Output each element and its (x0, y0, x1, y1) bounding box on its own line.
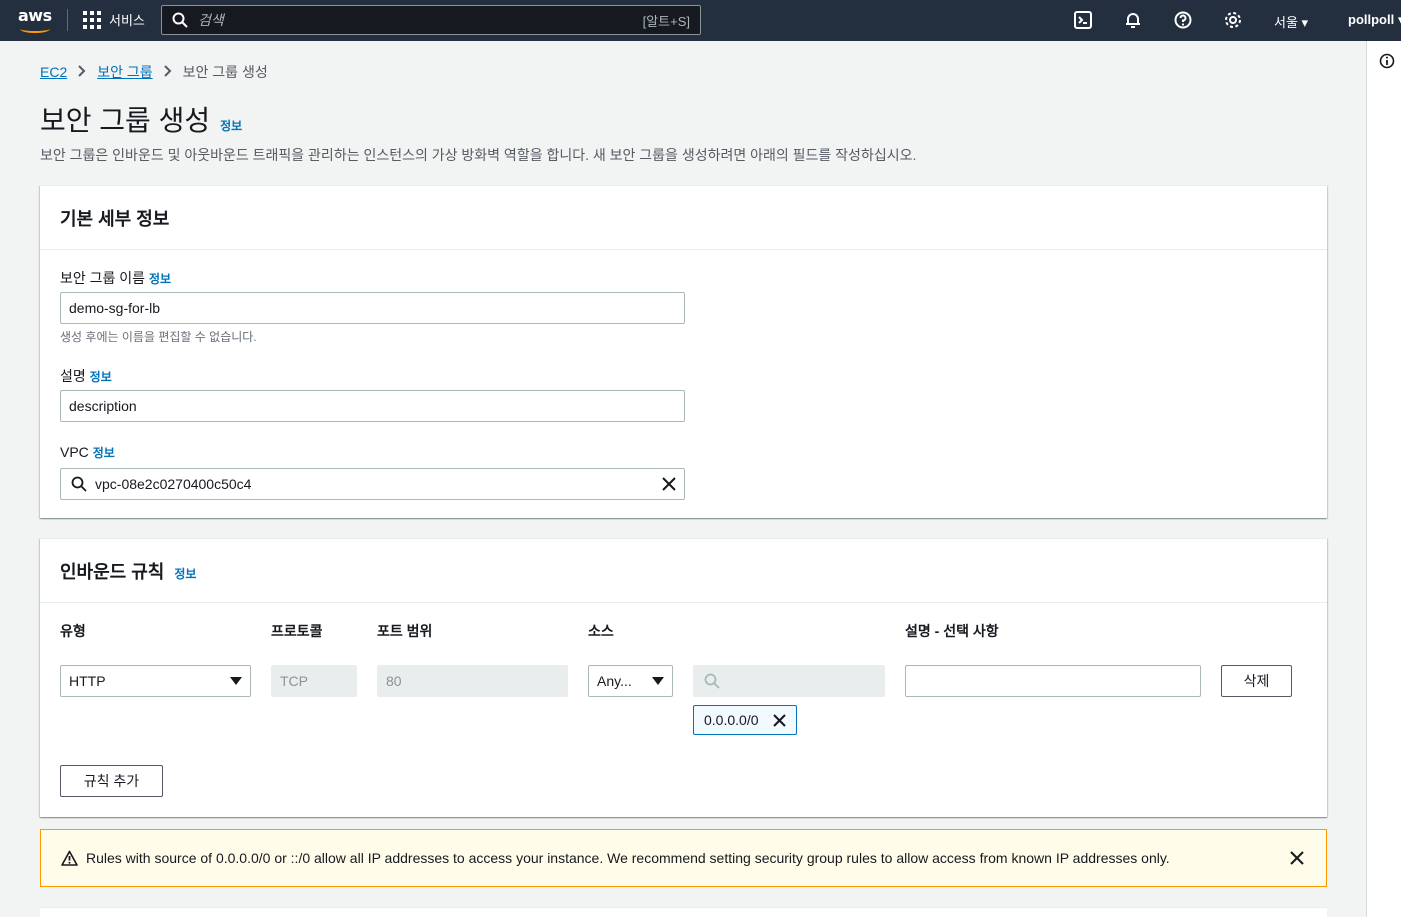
rule-type-value: HTTP (69, 673, 106, 689)
delete-rule-button[interactable]: 삭제 (1221, 665, 1292, 697)
close-icon[interactable] (772, 713, 786, 727)
rule-type-select[interactable]: HTTP (60, 665, 251, 697)
page-description: 보안 그룹은 인바운드 및 아웃바운드 트래픽을 관리하는 인스턴스의 가상 방… (40, 147, 917, 163)
rule-source-value: Any... (597, 673, 632, 689)
vpc-label: VPC 정보 (60, 444, 115, 461)
search-input[interactable] (198, 12, 643, 28)
vpc-label-text: VPC (60, 444, 89, 460)
help-rail (1366, 41, 1401, 917)
warning-icon (61, 850, 78, 866)
aws-logo[interactable]: aws (18, 6, 52, 34)
column-description: 설명 - 선택 사항 (905, 623, 999, 639)
sg-name-label-text: 보안 그룹 이름 (60, 270, 146, 286)
rule-cidr-search[interactable] (693, 665, 885, 697)
caret-down-icon (652, 677, 664, 685)
title-info-link[interactable]: 정보 (220, 117, 242, 134)
rule-port-field: 80 (377, 665, 568, 697)
sg-name-info-link[interactable]: 정보 (149, 272, 171, 286)
next-panel-edge (40, 907, 1327, 917)
column-source: 소스 (588, 623, 614, 639)
vpc-info-link[interactable]: 정보 (93, 446, 115, 460)
vpc-value: vpc-08e2c0270400c50c4 (95, 476, 252, 492)
chevron-right-icon (163, 64, 173, 80)
cidr-token-label: 0.0.0.0/0 (704, 712, 759, 728)
inbound-info-link[interactable]: 정보 (174, 565, 196, 582)
caret-down-icon (230, 677, 242, 685)
aws-smile-icon (20, 25, 50, 33)
cidr-token: 0.0.0.0/0 (693, 705, 797, 735)
top-navigation: aws 서비스 [알트+S] 서울 ▾ pollpoll ▾ (0, 0, 1401, 41)
info-panel-icon[interactable] (1379, 53, 1395, 72)
breadcrumb-ec2[interactable]: EC2 (40, 64, 67, 80)
breadcrumb: EC2 보안 그룹 보안 그룹 생성 (40, 62, 268, 82)
rule-description-input[interactable] (905, 665, 1201, 697)
add-rule-button[interactable]: 규칙 추가 (60, 765, 163, 797)
description-label-text: 설명 (60, 368, 86, 384)
grid-icon (83, 10, 101, 29)
page-title: 보안 그룹 생성 정보 (40, 99, 242, 139)
help-icon[interactable] (1173, 10, 1193, 30)
basic-details-header: 기본 세부 정보 (40, 186, 1327, 250)
close-icon[interactable] (1290, 851, 1304, 865)
inbound-rules-header: 인바운드 규칙 정보 (40, 539, 1327, 603)
close-icon[interactable] (662, 477, 676, 491)
sg-name-hint: 생성 후에는 이름을 편집할 수 없습니다. (60, 330, 257, 344)
aws-logo-text: aws (18, 6, 52, 25)
account-menu[interactable]: pollpoll ▾ (1348, 12, 1401, 28)
breadcrumb-security-groups[interactable]: 보안 그룹 (97, 62, 152, 82)
description-label: 설명 정보 (60, 366, 112, 386)
column-protocol: 프로토콜 (271, 623, 323, 639)
column-type: 유형 (60, 623, 86, 639)
vpc-select[interactable]: vpc-08e2c0270400c50c4 (60, 468, 685, 500)
search-icon (704, 673, 720, 689)
breadcrumb-current: 보안 그룹 생성 (182, 64, 268, 80)
chevron-right-icon (77, 64, 87, 80)
bell-icon[interactable] (1123, 10, 1143, 30)
open-source-warning: Rules with source of 0.0.0.0/0 or ::/0 a… (40, 829, 1327, 887)
basic-details-title: 기본 세부 정보 (60, 208, 170, 229)
cloudshell-icon[interactable] (1073, 10, 1093, 30)
description-input[interactable]: description (60, 390, 685, 422)
sg-name-input[interactable]: demo-sg-for-lb (60, 292, 685, 324)
global-search[interactable]: [알트+S] (161, 5, 701, 35)
services-menu-button[interactable]: 서비스 (83, 10, 145, 29)
rule-source-select[interactable]: Any... (588, 665, 673, 697)
sg-name-label: 보안 그룹 이름 정보 (60, 268, 171, 288)
search-shortcut-hint: [알트+S] (642, 13, 690, 29)
rule-protocol-field: TCP (271, 665, 357, 697)
column-port-range: 포트 범위 (377, 623, 433, 639)
nav-divider (67, 9, 68, 31)
page-title-text: 보안 그룹 생성 (40, 105, 211, 136)
services-label: 서비스 (109, 13, 145, 28)
inbound-rules-title: 인바운드 규칙 (60, 561, 165, 582)
description-info-link[interactable]: 정보 (90, 370, 112, 384)
search-icon (71, 476, 87, 492)
region-selector[interactable]: 서울 ▾ (1274, 12, 1308, 31)
settings-icon[interactable] (1223, 10, 1243, 30)
search-icon (172, 12, 188, 28)
warning-text: Rules with source of 0.0.0.0/0 or ::/0 a… (86, 850, 1170, 866)
